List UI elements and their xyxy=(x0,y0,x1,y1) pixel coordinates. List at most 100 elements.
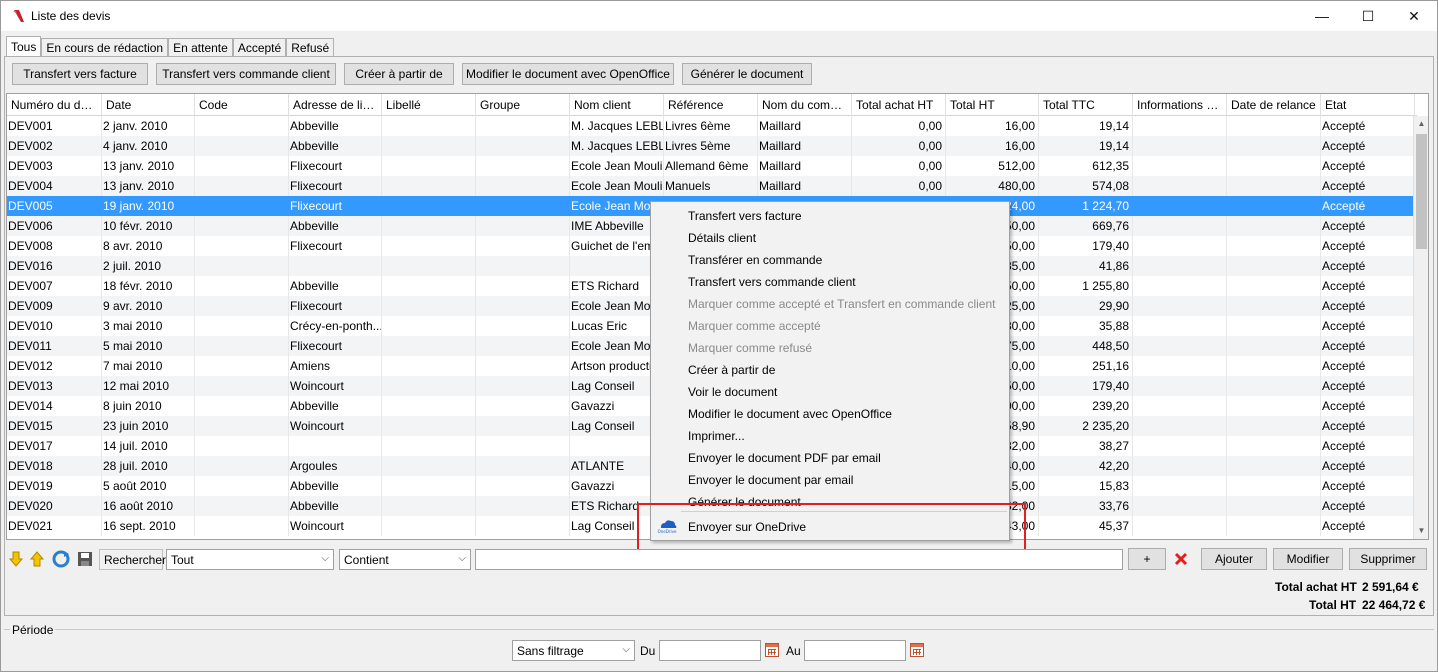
column-header[interactable]: Etat xyxy=(1321,94,1415,116)
column-header[interactable]: Code xyxy=(195,94,289,116)
table-cell: Accepté xyxy=(1321,376,1415,396)
generate-document-button[interactable]: Générer le document xyxy=(682,63,812,85)
table-cell xyxy=(195,176,289,196)
column-header[interactable]: Date de relance xyxy=(1227,94,1321,116)
table-cell xyxy=(195,136,289,156)
table-cell xyxy=(195,276,289,296)
column-header[interactable]: Total achat HT xyxy=(852,94,946,116)
context-menu-item[interactable]: Détails client xyxy=(688,231,756,253)
table-row[interactable]: DEV004 13 janv. 2010 Flixecourt Ecole Jean … xyxy=(7,176,1415,196)
table-cell xyxy=(1133,516,1227,536)
transfer-order-button[interactable]: Transfert vers commande client xyxy=(156,63,336,85)
tab-tous[interactable]: Tous xyxy=(6,36,42,57)
table-cell: Accepté xyxy=(1321,276,1415,296)
table-cell xyxy=(476,236,570,256)
table-cell xyxy=(1227,236,1321,256)
date-from-input[interactable] xyxy=(659,640,761,661)
table-cell xyxy=(476,456,570,476)
edit-openoffice-button[interactable]: Modifier le document avec OpenOffice xyxy=(462,63,674,85)
table-cell xyxy=(476,136,570,156)
context-menu-item[interactable]: Transférer en commande xyxy=(688,253,822,275)
maximize-button[interactable]: ☐ xyxy=(1345,1,1391,31)
table-cell: 2 235,20 xyxy=(1039,416,1133,436)
table-cell xyxy=(1133,376,1227,396)
table-cell xyxy=(195,156,289,176)
refresh-icon[interactable] xyxy=(52,550,70,568)
scroll-up-icon[interactable]: ▲ xyxy=(1414,116,1428,132)
table-cell: Flixecourt xyxy=(289,236,382,256)
table-cell: Livres 5ème xyxy=(664,136,758,156)
tab-en-cours[interactable]: En cours de rédaction xyxy=(41,38,169,57)
context-menu-item[interactable]: Modifier le document avec OpenOffice xyxy=(688,407,892,429)
context-menu-item: Marquer comme refusé xyxy=(688,341,813,355)
tab-accepte[interactable]: Accepté xyxy=(232,38,287,57)
context-menu-item[interactable]: Créer à partir de xyxy=(688,363,775,385)
column-header[interactable]: Numéro du devis xyxy=(7,94,102,116)
table-cell xyxy=(476,376,570,396)
column-header[interactable]: Adresse de livr... xyxy=(289,94,382,116)
context-menu-item[interactable]: Envoyer le document PDF par email xyxy=(688,451,881,473)
table-cell: DEV010 xyxy=(7,316,102,336)
context-menu-item[interactable]: Imprimer... xyxy=(688,429,745,451)
calendar-icon[interactable] xyxy=(910,643,924,657)
table-cell: Livres 6ème xyxy=(664,116,758,136)
table-cell: 8 avr. 2010 xyxy=(102,236,195,256)
table-cell: 19,14 xyxy=(1039,136,1133,156)
context-menu-item: Marquer comme accepté et Transfert en co… xyxy=(688,297,996,311)
scroll-down-icon[interactable]: ▼ xyxy=(1414,523,1428,539)
table-cell xyxy=(195,456,289,476)
total-ht-value: 22 464,72 € xyxy=(1362,598,1426,612)
table-cell xyxy=(1227,516,1321,536)
column-header[interactable]: Total HT xyxy=(946,94,1039,116)
save-icon[interactable] xyxy=(77,551,93,567)
arrow-up-icon[interactable] xyxy=(30,551,44,567)
table-cell: Abbeville xyxy=(289,396,382,416)
table-cell xyxy=(1133,196,1227,216)
add-button[interactable]: Ajouter xyxy=(1201,548,1267,570)
context-menu-item[interactable]: Voir le document xyxy=(688,385,777,407)
minimize-button[interactable]: — xyxy=(1299,1,1345,31)
context-menu-item[interactable]: Transfert vers commande client xyxy=(688,275,856,297)
vertical-scrollbar[interactable]: ▲ ▼ xyxy=(1413,116,1428,539)
column-header[interactable]: Groupe xyxy=(476,94,570,116)
column-header[interactable]: Total TTC xyxy=(1039,94,1133,116)
tab-refuse[interactable]: Refusé xyxy=(286,38,335,57)
arrow-down-icon[interactable] xyxy=(9,551,23,567)
add-filter-button[interactable]: + xyxy=(1128,548,1166,570)
close-button[interactable]: ✕ xyxy=(1391,1,1437,31)
create-from-button[interactable]: Créer à partir de xyxy=(344,63,454,85)
table-row[interactable]: DEV002 4 janv. 2010 Abbeville M. Jacques LE… xyxy=(7,136,1415,156)
scroll-thumb[interactable] xyxy=(1416,134,1427,249)
column-header[interactable]: Date xyxy=(102,94,195,116)
column-header[interactable]: Informations c... xyxy=(1133,94,1227,116)
table-cell xyxy=(476,256,570,276)
tab-en-attente[interactable]: En attente xyxy=(168,38,233,57)
table-cell: 9 avr. 2010 xyxy=(102,296,195,316)
calendar-icon[interactable] xyxy=(765,643,779,657)
search-scope-select[interactable]: Tout ⌵ xyxy=(166,549,334,570)
periode-filter-select[interactable]: Sans filtrage ⌵ xyxy=(512,640,635,661)
column-header[interactable]: Référence xyxy=(664,94,758,116)
date-to-input[interactable] xyxy=(804,640,906,661)
table-cell xyxy=(382,496,476,516)
delete-button[interactable]: Supprimer xyxy=(1349,548,1427,570)
table-cell xyxy=(476,316,570,336)
search-operator-select[interactable]: Contient ⌵ xyxy=(339,549,471,570)
table-cell: Abbeville xyxy=(289,216,382,236)
table-cell: Accepté xyxy=(1321,436,1415,456)
clear-filter-icon[interactable] xyxy=(1174,552,1188,566)
edit-button[interactable]: Modifier xyxy=(1273,548,1343,570)
column-header[interactable]: Libellé xyxy=(382,94,476,116)
context-menu-item[interactable]: Transfert vers facture xyxy=(688,209,802,231)
table-cell: Ecole Jean Moulin xyxy=(570,176,664,196)
column-header[interactable]: Nom client xyxy=(570,94,664,116)
context-menu-item[interactable]: Envoyer le document par email xyxy=(688,473,853,495)
table-cell xyxy=(1133,396,1227,416)
table-row[interactable]: DEV001 2 janv. 2010 Abbeville M. Jacques LE… xyxy=(7,116,1415,136)
context-menu: OneDrive Transfert vers facture Détails c… xyxy=(650,201,1010,541)
table-cell xyxy=(1133,496,1227,516)
search-input[interactable] xyxy=(475,549,1123,570)
column-header[interactable]: Nom du comme... xyxy=(758,94,852,116)
table-row[interactable]: DEV003 13 janv. 2010 Flixecourt Ecole Jean … xyxy=(7,156,1415,176)
transfer-invoice-button[interactable]: Transfert vers facture xyxy=(12,63,148,85)
